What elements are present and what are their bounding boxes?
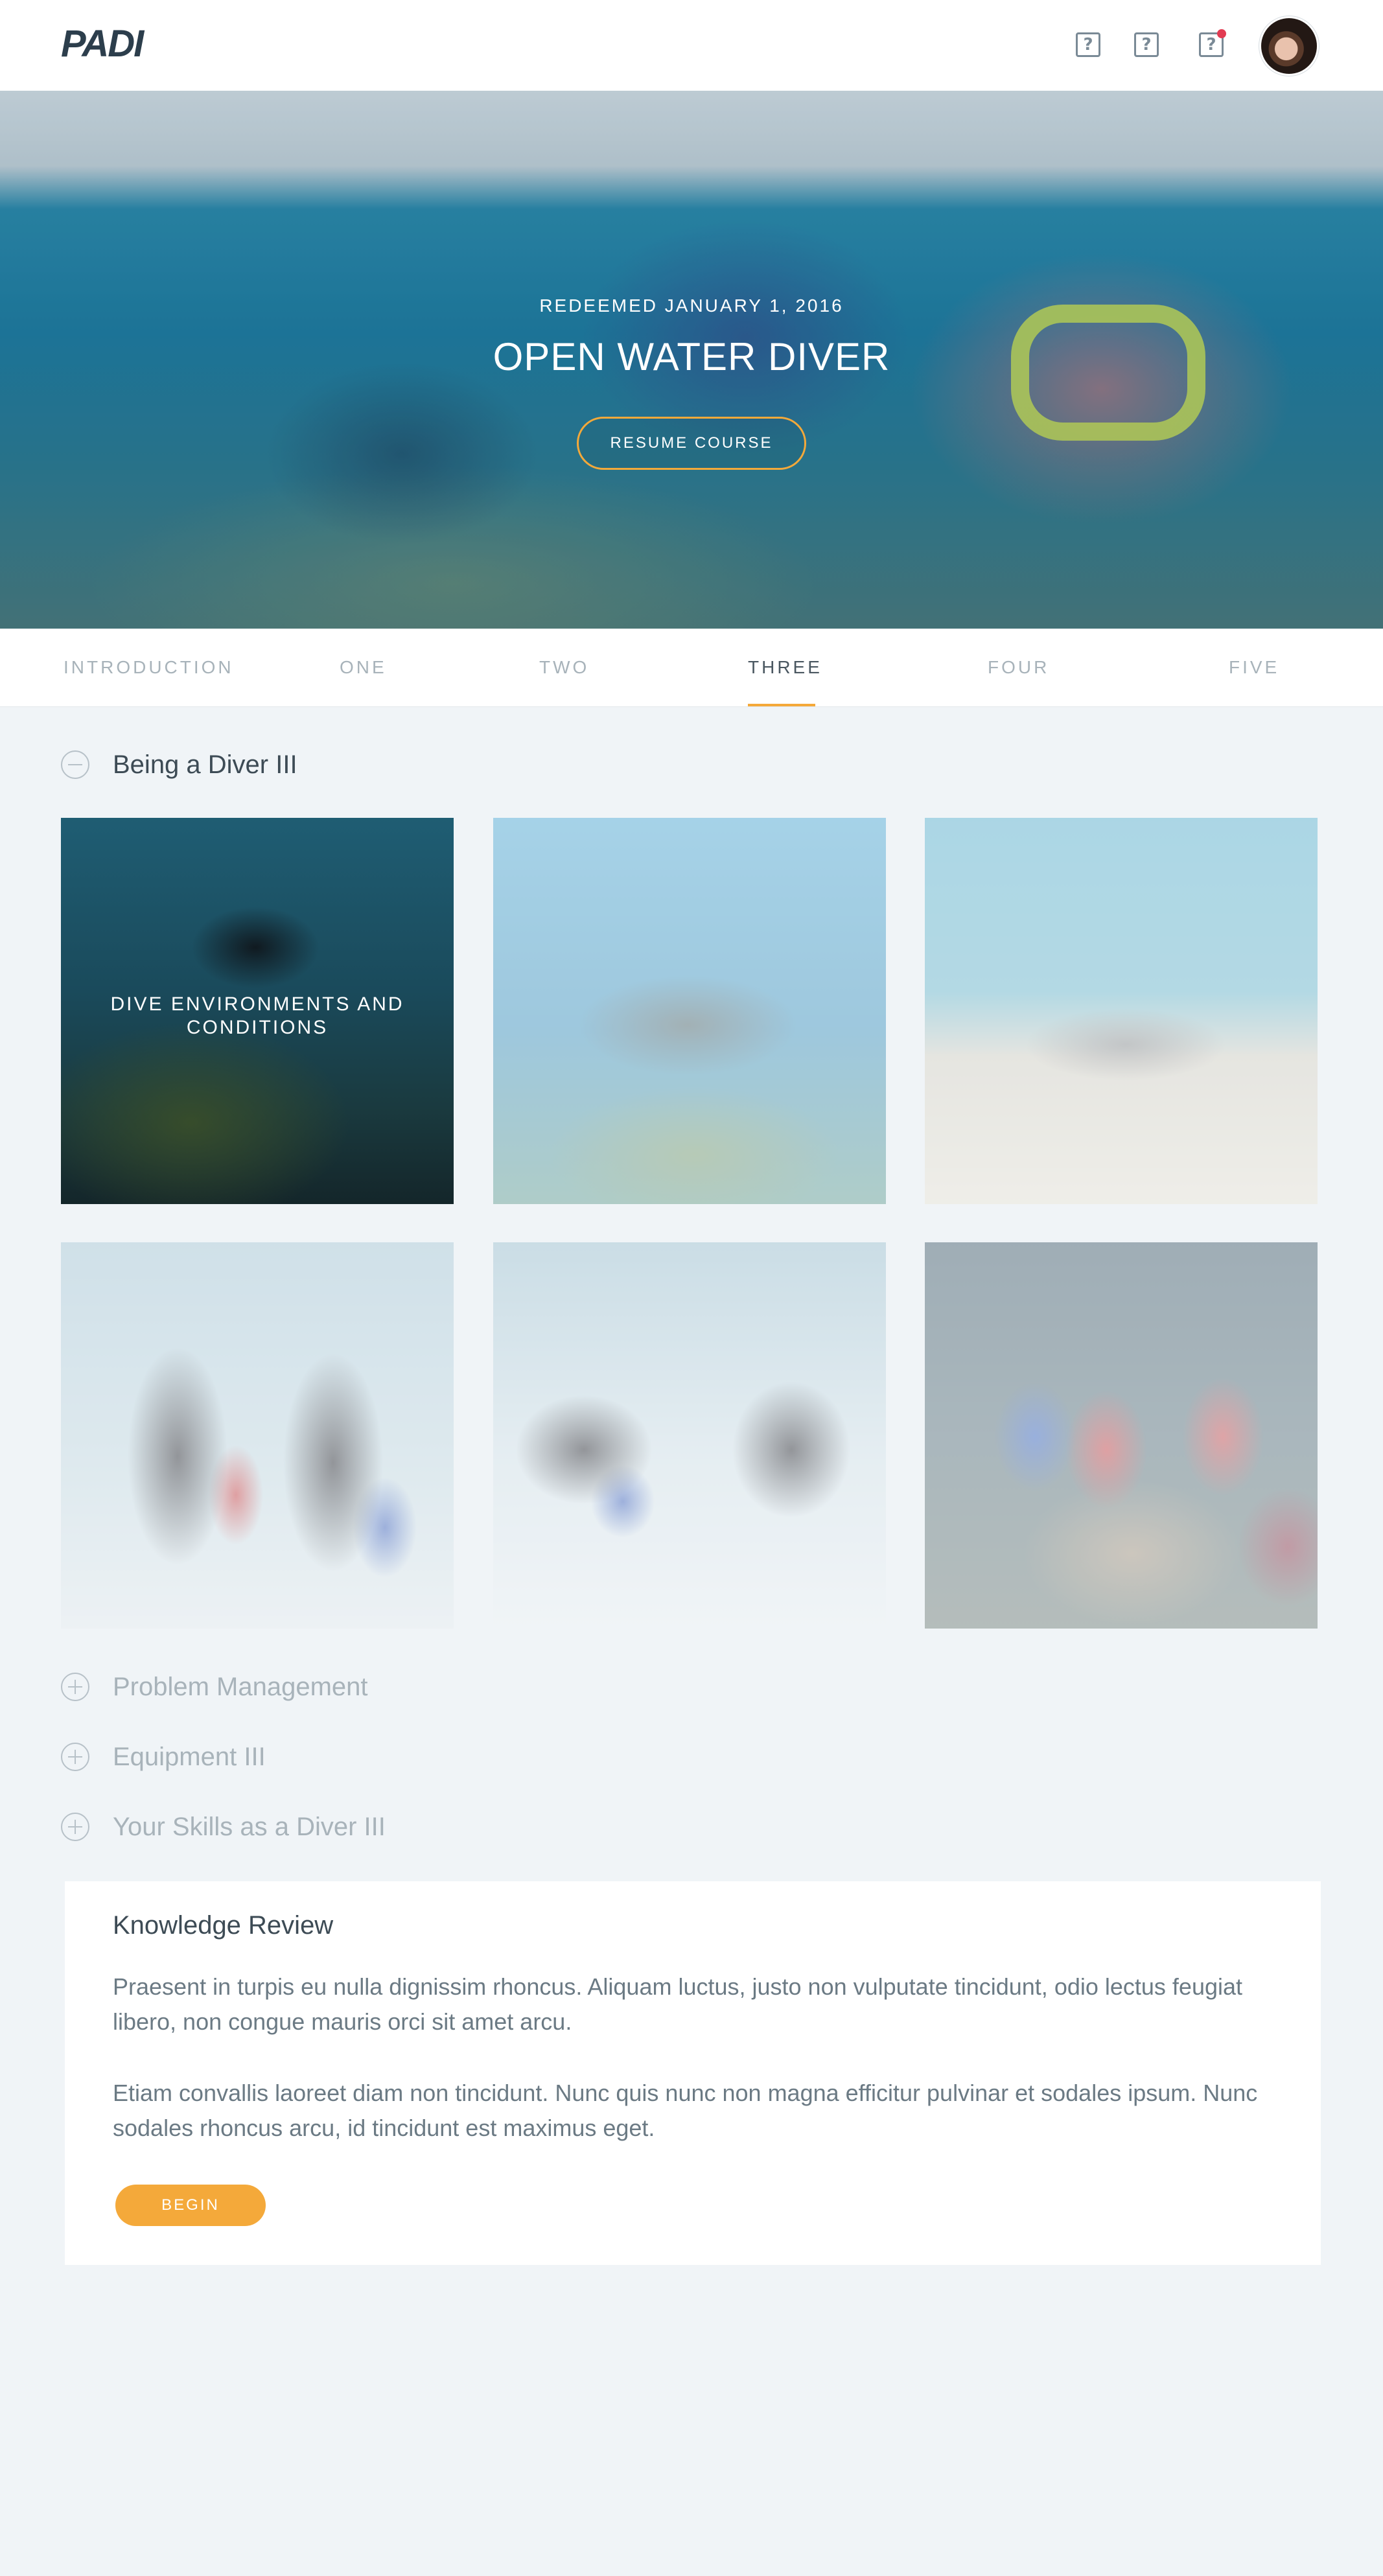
tab-two[interactable]: TWO <box>539 657 589 678</box>
knowledge-review-card: Knowledge Review Praesent in turpis eu n… <box>65 1881 1321 2265</box>
expand-icon[interactable] <box>61 1813 89 1841</box>
section-title: Problem Management <box>113 1673 368 1701</box>
lesson-tile[interactable] <box>493 818 886 1204</box>
redeemed-date: REDEEMED JANUARY 1, 2016 <box>539 296 844 316</box>
course-title: OPEN WATER DIVER <box>493 335 890 378</box>
lesson-tile[interactable] <box>493 1242 886 1629</box>
padi-logo[interactable]: PADI <box>61 25 144 64</box>
notification-glyph: ? <box>1206 35 1216 54</box>
active-tab-indicator <box>748 704 815 706</box>
help-icon[interactable]: ? <box>1134 32 1159 57</box>
expand-icon[interactable] <box>61 1743 89 1771</box>
notification-badge <box>1217 29 1226 38</box>
review-paragraph: Etiam convallis laoreet diam non tincidu… <box>113 2080 1258 2141</box>
tab-four[interactable]: FOUR <box>988 657 1049 678</box>
lesson-tile-title: DIVE ENVIRONMENTS AND CONDITIONS <box>110 993 404 1038</box>
top-bar: PADI ? ? ? <box>0 0 1383 91</box>
lesson-tile[interactable] <box>925 818 1318 1204</box>
collapse-icon[interactable] <box>61 750 89 779</box>
expand-icon[interactable] <box>61 1673 89 1701</box>
notification-icon[interactable]: ? <box>1199 29 1226 57</box>
section-tabs: INTRODUCTION ONE TWO THREE FOUR FIVE <box>0 629 1383 707</box>
section-title: Being a Diver III <box>113 750 297 779</box>
resume-course-button[interactable]: RESUME COURSE <box>577 417 806 470</box>
section-title: Your Skills as a Diver III <box>113 1813 386 1841</box>
tab-introduction[interactable]: INTRODUCTION <box>64 657 234 678</box>
tab-one[interactable]: ONE <box>340 657 387 678</box>
lesson-tile[interactable] <box>925 1242 1318 1629</box>
section-title: Equipment III <box>113 1743 266 1771</box>
tab-five[interactable]: FIVE <box>1229 657 1279 678</box>
begin-button[interactable]: BEGIN <box>115 2185 266 2226</box>
lesson-tile[interactable] <box>61 1242 454 1629</box>
user-avatar[interactable] <box>1261 18 1317 74</box>
course-hero: REDEEMED JANUARY 1, 2016 OPEN WATER DIVE… <box>0 91 1383 629</box>
tab-three[interactable]: THREE <box>748 657 822 678</box>
review-paragraph: Praesent in turpis eu nulla dignissim rh… <box>113 1973 1243 2035</box>
knowledge-review-title: Knowledge Review <box>113 1911 334 1940</box>
help-icon[interactable]: ? <box>1076 32 1100 57</box>
lesson-tile[interactable]: DIVE ENVIRONMENTS AND CONDITIONS <box>61 818 454 1204</box>
